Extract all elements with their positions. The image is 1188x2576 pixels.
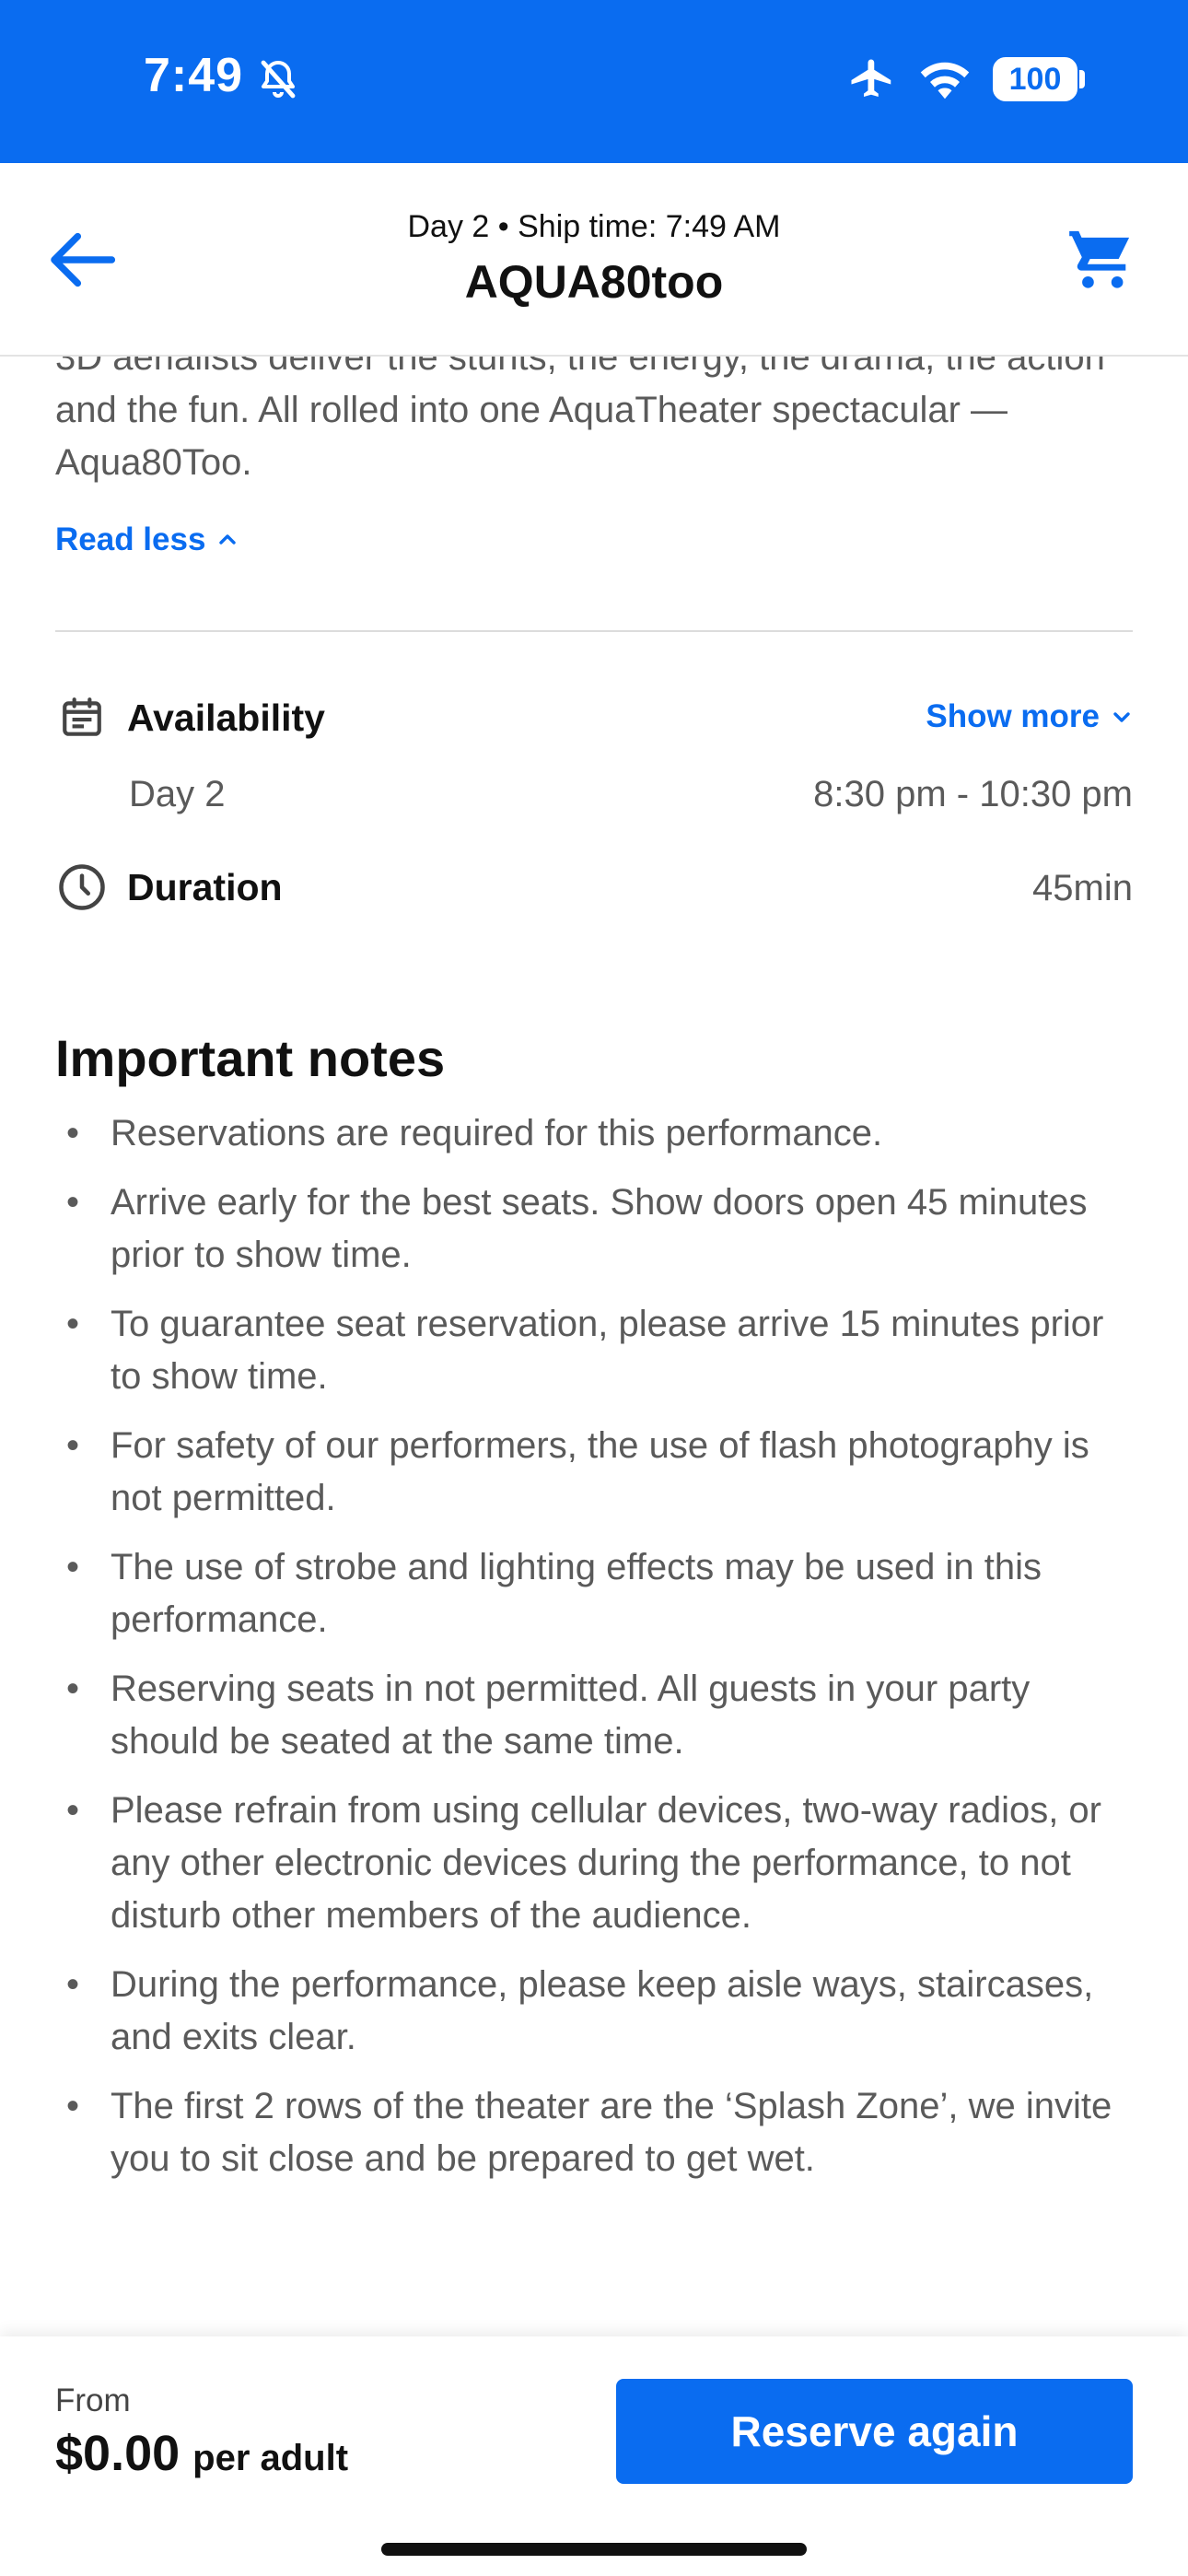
- list-item: • The use of strobe and lighting effects …: [66, 1547, 1042, 1640]
- battery-icon: 100: [993, 57, 1077, 101]
- status-time: 7:49: [144, 49, 244, 102]
- list-item: • For safety of our performers, the use o…: [66, 1425, 1089, 1518]
- wifi-icon: [920, 62, 970, 100]
- show-more-link[interactable]: Show more: [926, 698, 1133, 735]
- top-nav-header: Day 2 • Ship time: 7:49 AM AQUA80too: [0, 163, 1188, 357]
- airplane-icon: [851, 59, 891, 97]
- duration-value: 45min: [1032, 868, 1133, 908]
- note-text: Please refrain from using cellular devic…: [111, 1790, 1101, 1936]
- status-bar: 7:49 100: [0, 0, 1188, 163]
- important-notes-list: • Reservations are required for this perf…: [55, 1107, 1142, 2202]
- price-row: $0.00 per adult: [55, 2425, 348, 2482]
- availability-time: 8:30 pm - 10:30 pm: [813, 774, 1133, 814]
- booking-bar: From $0.00 per adult Reserve again: [0, 2336, 1188, 2576]
- from-label: From: [55, 2383, 131, 2418]
- availability-day: Day 2: [129, 774, 226, 814]
- reserve-again-button[interactable]: Reserve again: [616, 2379, 1133, 2484]
- screen: 7:49 100 Day 2 • Ship time: 7:49 AM AQUA…: [0, 0, 1188, 2576]
- note-text: For safety of our performers, the use of…: [111, 1425, 1089, 1518]
- list-item: • Arrive early for the best seats. Show d…: [66, 1182, 1088, 1275]
- battery-level: 100: [1008, 62, 1062, 97]
- header-subtitle: Day 2 • Ship time: 7:49 AM: [407, 209, 781, 244]
- price-unit: per adult: [192, 2438, 349, 2478]
- list-item: • To guarantee seat reservation, please a…: [66, 1304, 1104, 1397]
- chevron-up-icon: [219, 534, 237, 544]
- duration-label: Duration: [127, 866, 283, 908]
- cart-icon[interactable]: [1065, 224, 1138, 294]
- section-divider: [55, 630, 1133, 632]
- page-title: AQUA80too: [464, 256, 724, 308]
- availability-label: Availability: [127, 697, 325, 739]
- list-item: • Reservations are required for this perf…: [66, 1113, 883, 1153]
- note-text: Arrive early for the best seats. Show do…: [111, 1182, 1088, 1275]
- note-text: To guarantee seat reservation, please ar…: [111, 1304, 1104, 1397]
- note-text: The first 2 rows of the theater are the …: [111, 2086, 1112, 2179]
- list-item: • Reserving seats in not permitted. All g…: [66, 1669, 1031, 1762]
- note-text: Reservations are required for this perfo…: [111, 1113, 883, 1153]
- note-text: The use of strobe and lighting effects m…: [111, 1547, 1042, 1640]
- list-item: • The first 2 rows of the theater are the…: [66, 2086, 1112, 2179]
- show-more-label: Show more: [926, 698, 1100, 734]
- clock-icon: [59, 864, 105, 910]
- list-item: • Please refrain from using cellular devi…: [66, 1790, 1101, 1936]
- bell-off-icon: [261, 60, 296, 99]
- read-less-link[interactable]: Read less: [55, 521, 239, 558]
- note-text: Reserving seats in not permitted. All gu…: [111, 1669, 1031, 1762]
- battery-nub: [1079, 70, 1085, 88]
- calendar-icon: [63, 697, 101, 736]
- chevron-down-icon: [1113, 712, 1130, 722]
- read-less-label: Read less: [55, 521, 206, 557]
- list-item: • During the performance, please keep ais…: [66, 1964, 1094, 2057]
- home-indicator[interactable]: [381, 2543, 807, 2556]
- price-value: $0.00: [55, 2426, 181, 2481]
- note-text: During the performance, please keep aisl…: [111, 1964, 1094, 2057]
- important-notes-heading: Important notes: [55, 1029, 446, 1087]
